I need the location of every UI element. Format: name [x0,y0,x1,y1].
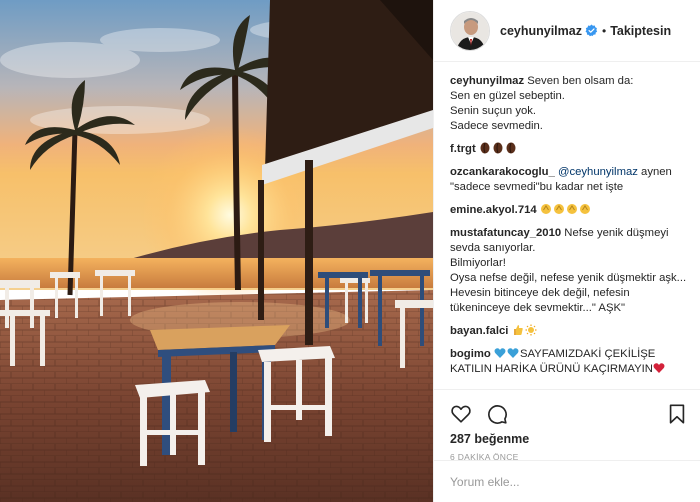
caption-line: Sen en güzel sebeptin. [450,90,565,102]
comment-username[interactable]: f.trgt [450,143,476,155]
heart-icon [451,405,471,423]
comment-text: Bilmiyorlar! [450,257,506,269]
likes-count[interactable]: 287 beğenme [450,432,688,446]
caption-username[interactable]: ceyhunyilmaz [450,75,524,87]
save-button[interactable] [666,403,688,425]
blue-heart-emoji-icon [507,348,519,358]
comment-username[interactable]: emine.akyol.714 [450,204,537,216]
comment-item: emine.akyol.714 [450,203,688,218]
post-actions: 287 beğenme 6 DAKİKA ÖNCE [434,389,700,462]
sunset-cafe-photo [0,0,433,502]
comment-item: f.trgt [450,142,688,157]
comment-button[interactable] [486,403,508,425]
clapping-hands-emoji-icon [579,204,590,214]
blue-heart-emoji-icon [494,348,506,358]
coffee-bean-emoji-icon [480,142,490,154]
header-username[interactable]: ceyhunyilmaz [500,24,582,38]
red-heart-emoji-icon [653,363,665,373]
comment-item: ozcankarakocoglu_ @ceyhunyilmaz aynen "s… [450,165,688,195]
comment-item: bogimo SAYFAMIZDAKİ ÇEKİLİŞE KATILIN HAR… [450,347,688,377]
comment-icon [488,405,507,424]
add-comment-bar [434,460,700,502]
verified-badge-icon [585,24,598,37]
comment-username[interactable]: ozcankarakocoglu_ [450,166,555,178]
comment-item: mustafatuncay_2010 Nefse yenik düşmeyi s… [450,226,688,316]
avatar-image [451,11,489,50]
follow-status-button[interactable]: Takiptesin [610,24,671,38]
coffee-bean-emoji-icon [493,142,503,154]
comment-text: Oysa nefse değil, nefese yenik düşmektir… [450,272,687,284]
post-header: ceyhunyilmaz • Takiptesin [434,0,700,62]
sun-emoji-icon [525,324,537,336]
post-caption: ceyhunyilmaz Seven ben olsam da: Sen en … [450,74,688,134]
clapping-hands-emoji-icon [566,204,577,214]
action-icons-row [450,396,688,432]
comment-username[interactable]: bayan.falci [450,325,508,337]
caption-line: Senin suçun yok. [450,105,537,117]
comment-username[interactable]: mustafatuncay_2010 [450,227,561,239]
avatar[interactable] [450,10,490,51]
comment-text: Hevesin bitinceye dek değil, nefesin tük… [450,287,630,314]
bookmark-icon [669,404,685,424]
comments-list[interactable]: ceyhunyilmaz Seven ben olsam da: Sen en … [434,62,700,389]
caption-line: Sadece sevmedin. [450,120,543,132]
thumbs-up-emoji-icon [513,325,523,335]
like-button[interactable] [450,403,472,425]
post-detail-panel: ceyhunyilmaz • Takiptesin ceyhunyilmaz S… [433,0,700,502]
clapping-hands-emoji-icon [553,204,564,214]
clapping-hands-emoji-icon [540,204,551,214]
comment-item: bayan.falci [450,324,688,339]
post-photo[interactable] [0,0,433,502]
comment-username[interactable]: bogimo [450,348,491,360]
comment-input[interactable] [450,474,684,489]
caption-line: Seven ben olsam da: [527,75,634,87]
mention-link[interactable]: @ceyhunyilmaz [558,166,638,178]
coffee-bean-emoji-icon [506,142,516,154]
separator-dot: • [601,23,607,38]
